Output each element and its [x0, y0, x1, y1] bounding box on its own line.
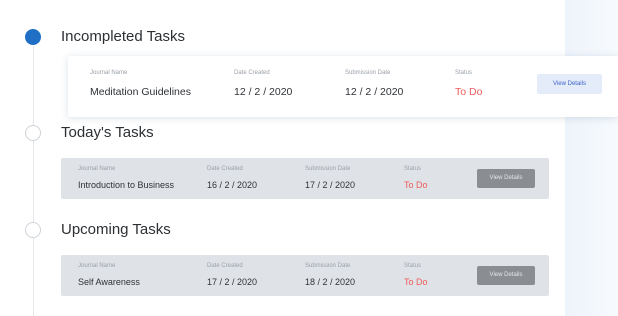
task-card-incompleted: Journal Name Meditation Guidelines Date …: [68, 56, 618, 117]
section-title-incompleted: Incompleted Tasks: [61, 28, 185, 45]
section-title-upcoming: Upcoming Tasks: [61, 221, 171, 238]
date-created-value: 12 / 2 / 2020: [234, 86, 293, 98]
submission-date-label: Submission Date: [345, 70, 391, 76]
submission-date-value: 12 / 2 / 2020: [345, 86, 404, 98]
date-created-value: 16 / 2 / 2020: [207, 180, 258, 190]
view-details-button[interactable]: View Details: [477, 169, 535, 188]
status-value: To Do: [455, 86, 483, 98]
timeline-dot-upcoming: [25, 222, 41, 238]
journal-name-value: Introduction to Business: [78, 180, 175, 190]
submission-date-value: 17 / 2 / 2020: [305, 180, 356, 190]
date-created-label: Date Created: [207, 263, 243, 269]
submission-date-label: Submission Date: [305, 166, 351, 172]
timeline-dot-incompleted: [25, 29, 41, 45]
task-card-upcoming: Journal Name Self Awareness Date Created…: [61, 255, 549, 296]
journal-name-label: Journal Name: [78, 263, 116, 269]
submission-date-value: 18 / 2 / 2020: [305, 277, 356, 287]
view-details-button[interactable]: View Details: [477, 266, 535, 285]
task-card-today: Journal Name Introduction to Business Da…: [61, 158, 549, 199]
status-value: To Do: [404, 180, 428, 190]
date-created-label: Date Created: [207, 166, 243, 172]
date-created-value: 17 / 2 / 2020: [207, 277, 258, 287]
status-label: Status: [455, 70, 473, 76]
journal-name-value: Meditation Guidelines: [90, 86, 191, 98]
status-label: Status: [404, 166, 422, 172]
status-value: To Do: [404, 277, 428, 287]
journal-name-value: Self Awareness: [78, 277, 140, 287]
timeline-line: [33, 46, 34, 316]
timeline-dot-today: [25, 125, 41, 141]
right-background: [565, 0, 618, 316]
date-created-label: Date Created: [234, 70, 270, 76]
journal-name-label: Journal Name: [90, 70, 128, 76]
view-details-button[interactable]: View Details: [537, 74, 602, 94]
journal-name-label: Journal Name: [78, 166, 116, 172]
status-label: Status: [404, 263, 422, 269]
submission-date-label: Submission Date: [305, 263, 351, 269]
section-title-today: Today's Tasks: [61, 124, 154, 141]
